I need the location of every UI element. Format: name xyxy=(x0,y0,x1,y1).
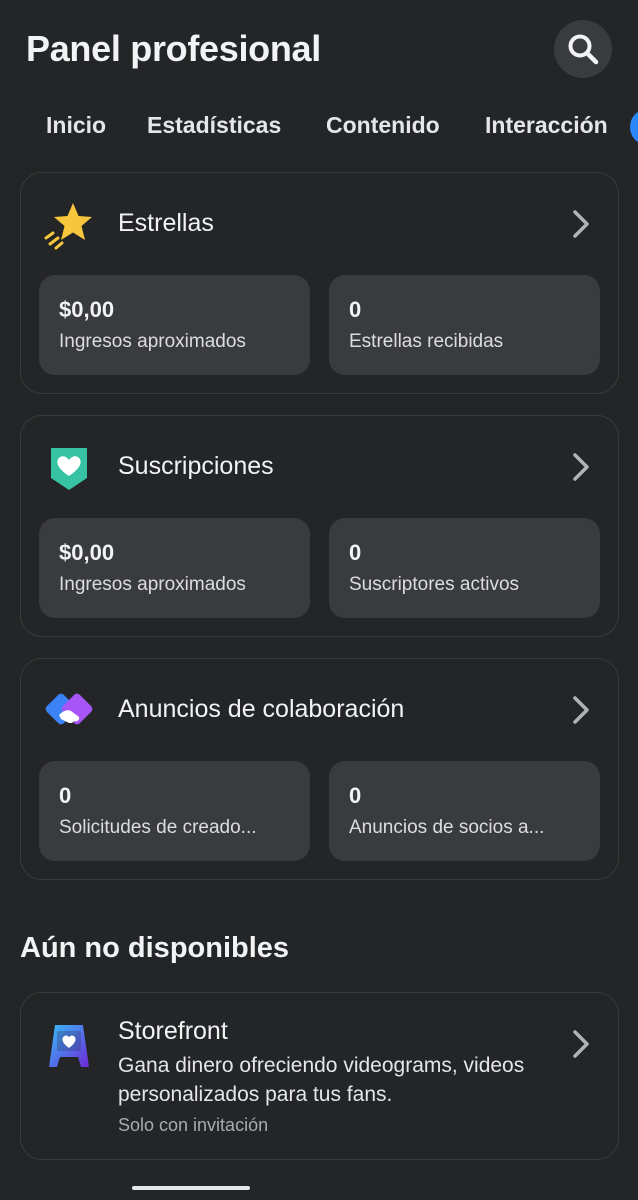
stat-label: Ingresos aproximados xyxy=(59,574,246,595)
stat-value: $0,00 xyxy=(59,540,115,565)
subscriptions-card-header[interactable]: Suscripciones xyxy=(21,416,618,516)
professional-dashboard: Panel profesional Inicio Estadísticas Co… xyxy=(0,0,638,1200)
stat-label: Solicitudes de creado... xyxy=(59,817,257,838)
storefront-invite-note: Solo con invitación xyxy=(118,1115,269,1135)
stars-card-title: Estrellas xyxy=(118,209,214,237)
tab-overflow-indicator[interactable] xyxy=(630,110,638,144)
stars-received-stat[interactable]: 0 Estrellas recibidas xyxy=(329,275,600,375)
storefront-card[interactable]: Storefront Gana dinero ofreciendo videog… xyxy=(20,992,619,1160)
stat-label: Suscriptores activos xyxy=(349,574,520,595)
stars-card-header[interactable]: Estrellas xyxy=(21,173,618,273)
search-icon xyxy=(568,34,599,65)
stars-card[interactable]: Estrellas $0,00 Ingresos aproximados 0 E… xyxy=(20,172,619,394)
stat-value: 0 xyxy=(59,783,72,808)
chevron-right-icon xyxy=(573,453,589,481)
stat-label: Ingresos aproximados xyxy=(59,331,246,352)
stat-label: Anuncios de socios a... xyxy=(349,817,545,838)
active-subscribers-stat[interactable]: 0 Suscriptores activos xyxy=(329,518,600,618)
home-indicator xyxy=(132,1186,250,1190)
storefront-description: Gana dinero ofreciendo videograms, video… xyxy=(118,1054,525,1106)
handshake-icon xyxy=(45,693,93,725)
search-button[interactable] xyxy=(554,20,612,78)
collab-ads-card-header[interactable]: Anuncios de colaboración xyxy=(21,659,618,759)
subscriptions-card[interactable]: Suscripciones $0,00 Ingresos aproximados… xyxy=(20,415,619,637)
stat-value: $0,00 xyxy=(59,297,115,322)
star-icon xyxy=(44,203,92,250)
tab-interaccion[interactable]: Interacción xyxy=(485,112,608,139)
stat-label: Estrellas recibidas xyxy=(349,331,504,352)
collab-ads-card[interactable]: Anuncios de colaboración 0 Solicitudes d… xyxy=(20,658,619,880)
unavailable-section-title: Aún no disponibles xyxy=(20,932,290,964)
heart-shield-icon xyxy=(51,448,87,490)
header: Panel profesional xyxy=(0,0,638,100)
page-title: Panel profesional xyxy=(26,28,321,69)
tab-estadisticas[interactable]: Estadísticas xyxy=(147,112,281,139)
tab-inicio[interactable]: Inicio xyxy=(46,112,106,139)
storefront-icon xyxy=(49,1025,89,1067)
chevron-right-icon xyxy=(573,1030,589,1058)
collab-ads-card-title: Anuncios de colaboración xyxy=(118,695,405,723)
stat-value: 0 xyxy=(349,540,362,565)
partner-ads-stat[interactable]: 0 Anuncios de socios a... xyxy=(329,761,600,861)
tab-contenido[interactable]: Contenido xyxy=(326,112,440,139)
chevron-right-icon xyxy=(573,210,589,238)
subscriptions-card-title: Suscripciones xyxy=(118,452,274,480)
storefront-title: Storefront xyxy=(118,1017,228,1045)
subscriptions-income-stat[interactable]: $0,00 Ingresos aproximados xyxy=(39,518,310,618)
creator-requests-stat[interactable]: 0 Solicitudes de creado... xyxy=(39,761,310,861)
chevron-right-icon xyxy=(573,696,589,724)
stat-value: 0 xyxy=(349,297,362,322)
stat-value: 0 xyxy=(349,783,362,808)
stars-income-stat[interactable]: $0,00 Ingresos aproximados xyxy=(39,275,310,375)
tab-bar: Inicio Estadísticas Contenido Interacció… xyxy=(0,100,638,156)
